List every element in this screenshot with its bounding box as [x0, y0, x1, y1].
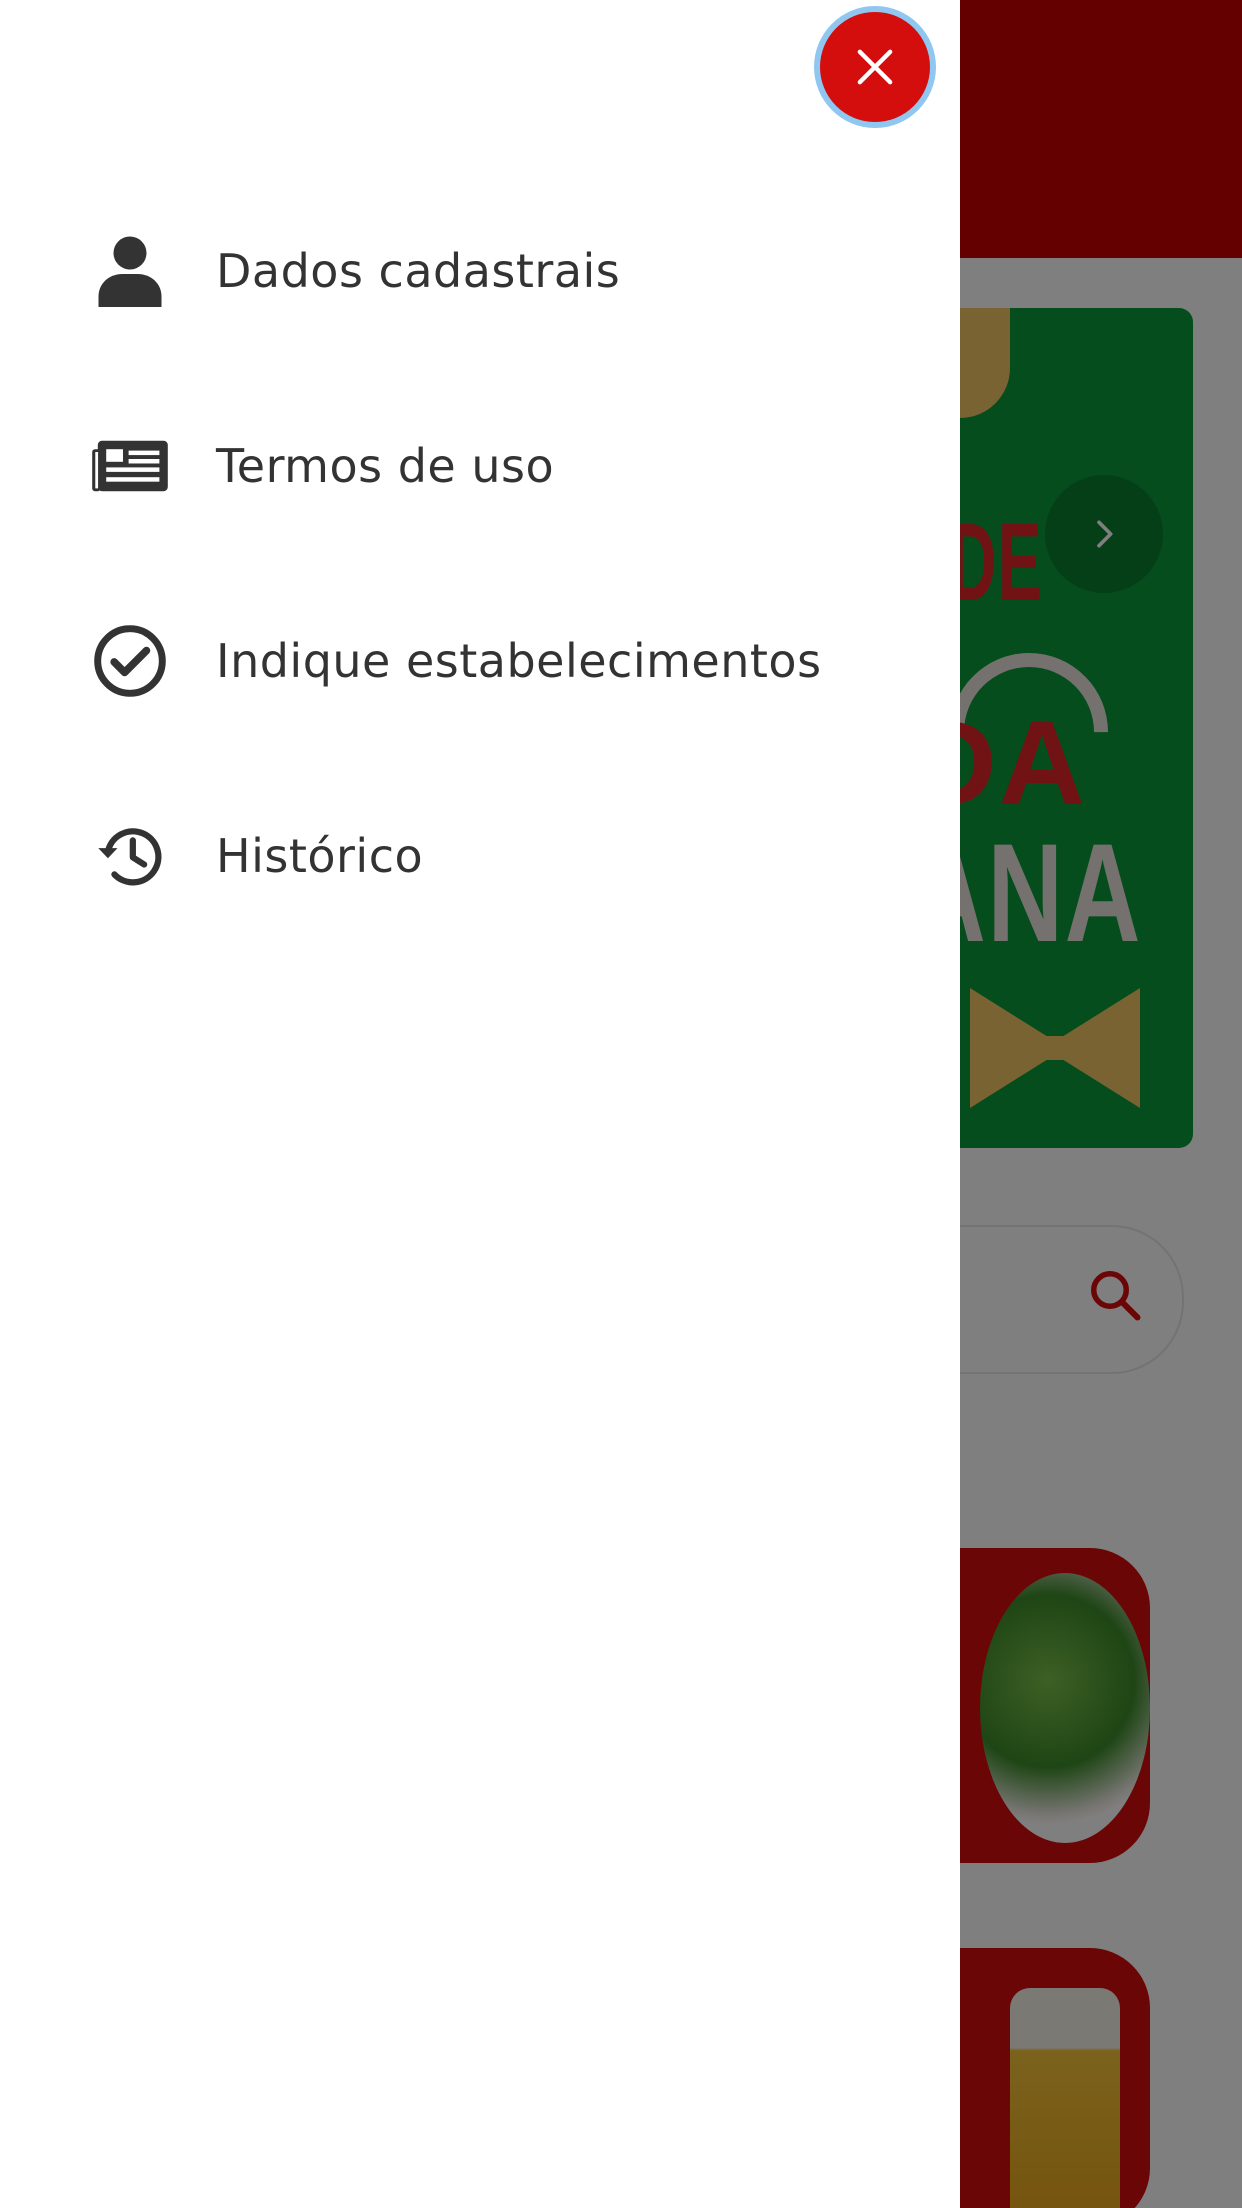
- menu-item-indique-estabelecimentos[interactable]: Indique estabelecimentos: [0, 586, 960, 736]
- navigation-drawer: Dados cadastrais Termos de uso Indique e…: [0, 0, 960, 2208]
- menu-item-label: Histórico: [216, 829, 424, 883]
- menu-item-termos-de-uso[interactable]: Termos de uso: [0, 391, 960, 541]
- history-icon: [90, 816, 170, 896]
- close-icon: [857, 49, 893, 85]
- menu-item-label: Termos de uso: [216, 439, 555, 493]
- person-icon: [90, 231, 170, 311]
- close-button[interactable]: [820, 12, 930, 122]
- newspaper-icon: [90, 426, 170, 506]
- menu-item-label: Indique estabelecimentos: [216, 634, 822, 688]
- check-circle-icon: [90, 621, 170, 701]
- menu-item-dados-cadastrais[interactable]: Dados cadastrais: [0, 196, 960, 346]
- screen: ADE DA ANA: [0, 0, 1242, 2208]
- menu-item-label: Dados cadastrais: [216, 244, 621, 298]
- menu-item-historico[interactable]: Histórico: [0, 781, 960, 931]
